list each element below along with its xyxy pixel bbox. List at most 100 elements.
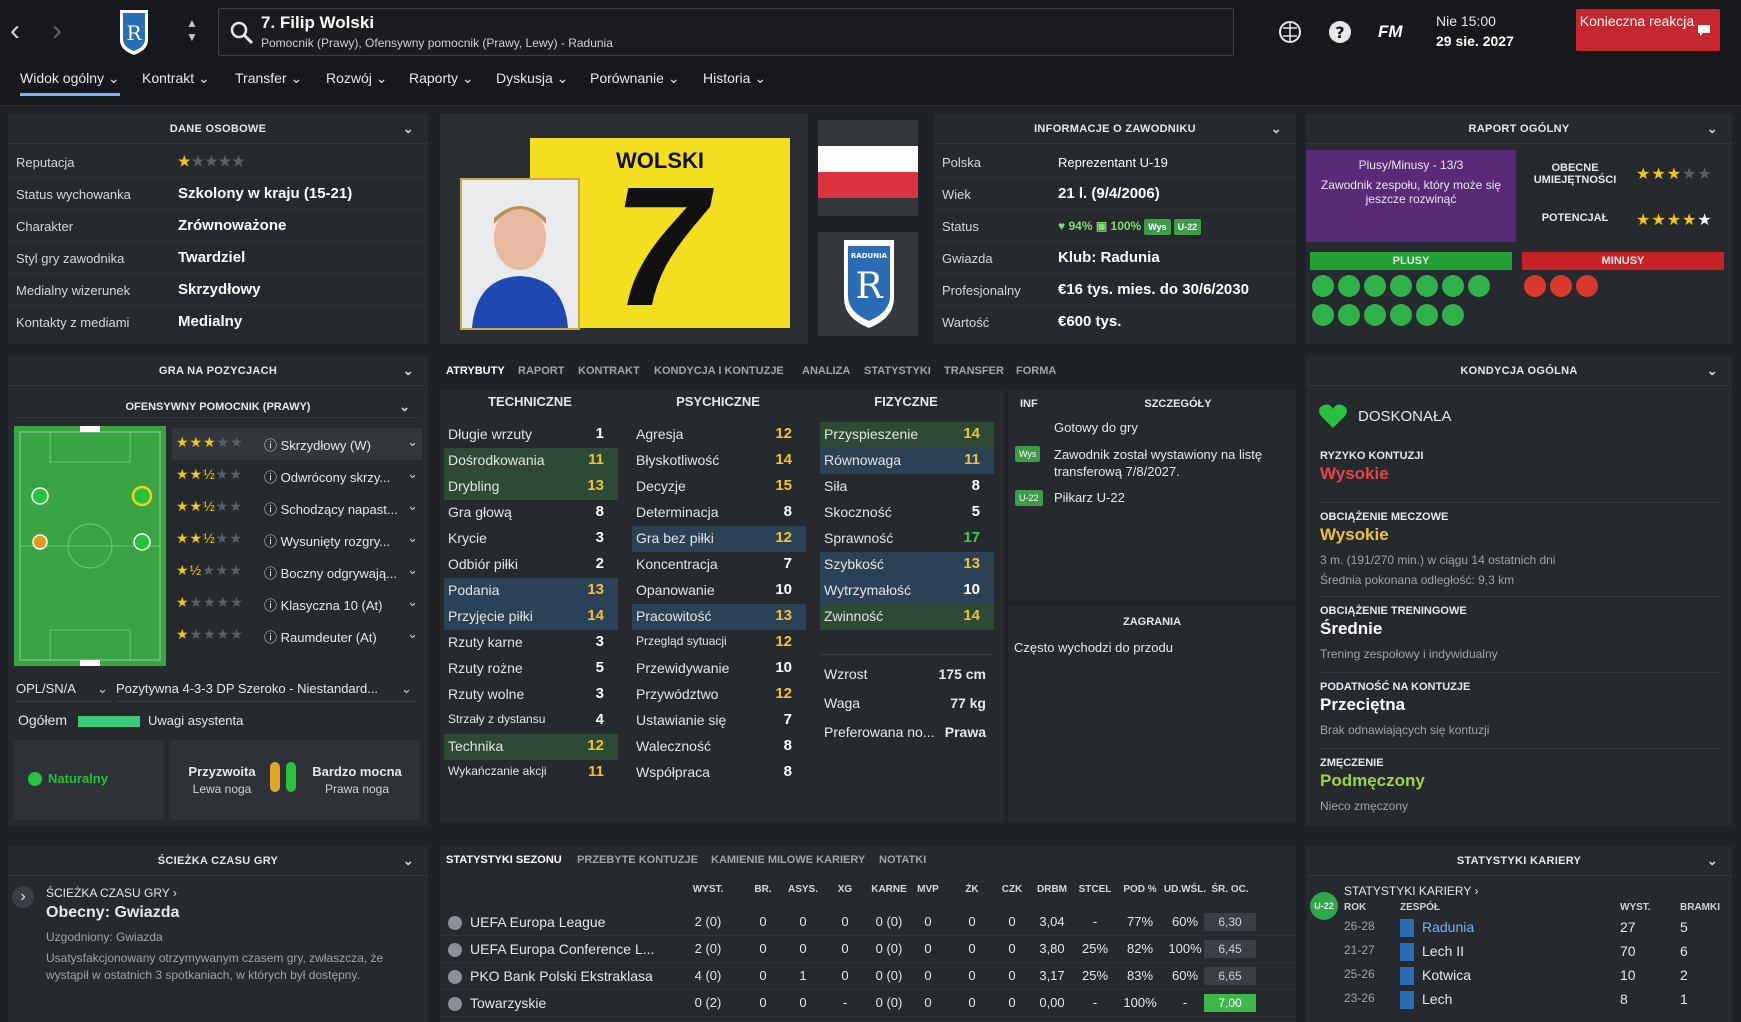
attribute-row[interactable]: Przywództwo 12 <box>632 682 806 708</box>
chevron-down-icon[interactable]: ⌄ <box>1707 846 1718 876</box>
career-header[interactable]: STATYSTYKI KARIERY ⌄ <box>1306 846 1732 876</box>
career-link[interactable]: STATYSTYKI KARIERY › <box>1344 884 1478 898</box>
forward-arrow-icon[interactable]: › <box>52 16 62 46</box>
attribute-row[interactable]: Waleczność 8 <box>632 734 806 760</box>
tab-contract[interactable]: Kontrakt ⌄ <box>142 70 210 87</box>
trait-icon[interactable] <box>1338 304 1360 326</box>
attribute-row[interactable]: Gra głową 8 <box>444 500 618 526</box>
tab-injuries[interactable]: PRZEBYTE KONTUZJE <box>577 854 698 866</box>
table-row[interactable]: Towarzyskie 0 (2) 0 0-0 (0) 0 0 0 0,00-100% -7,0… <box>440 991 1296 1017</box>
action-required-button[interactable]: Konieczna reakcja <box>1576 9 1720 51</box>
expand-arrow-icon[interactable]: › <box>12 886 34 908</box>
trait-icon[interactable] <box>1338 275 1360 297</box>
table-row[interactable]: UEFA Europa Conference L... 2 (0) 0 0 0 0 (0)… <box>440 937 1296 963</box>
attribute-row[interactable]: Koncentracja 7 <box>632 552 806 578</box>
trait-icon[interactable] <box>1468 275 1490 297</box>
trait-icon[interactable] <box>1524 275 1546 297</box>
trait-icon[interactable] <box>1312 304 1334 326</box>
trait-icon[interactable] <box>1312 275 1334 297</box>
tab-discussion[interactable]: Dyskusja ⌄ <box>496 70 568 87</box>
report-header[interactable]: RAPORT OGÓLNY ⌄ <box>1306 114 1732 144</box>
attribute-row[interactable]: Przyjęcie piłki 14 <box>444 604 618 630</box>
attribute-row[interactable]: Długie wrzuty 1 <box>444 422 618 448</box>
attribute-row[interactable]: Strzały z dystansu 4 <box>444 708 618 734</box>
trait-icon[interactable] <box>1550 275 1572 297</box>
attribute-row[interactable]: Wykańczanie akcji 11 <box>444 760 618 786</box>
attribute-row[interactable]: Opanowanie 10 <box>632 578 806 604</box>
subtab-analysis[interactable]: ANALIZA <box>802 365 850 377</box>
tactic-dropdown[interactable]: Pozytywna 4-3-3 DP Szeroko - Niestandard… <box>116 676 416 702</box>
playtime-link[interactable]: ŚCIEŻKA CZASU GRY › <box>46 886 177 900</box>
plusminus-box[interactable]: Plusy/Minusy - 13/3 Zawodnik zespołu, kt… <box>1306 150 1516 242</box>
assistant-notes-link[interactable]: Uwagi asystenta <box>148 713 243 728</box>
pitch-diagram[interactable] <box>14 426 166 666</box>
trait-icon[interactable] <box>1416 275 1438 297</box>
tab-season-stats[interactable]: STATYSTYKI SEZONU <box>446 854 562 866</box>
player-search-box[interactable]: 7. Filip Wolski Pomocnik (Prawy), Ofensy… <box>218 8 1234 56</box>
attribute-row[interactable]: Krycie 3 <box>444 526 618 552</box>
trait-icon[interactable] <box>1442 304 1464 326</box>
trait-icon[interactable] <box>1390 275 1412 297</box>
chevron-down-icon[interactable]: ⌄ <box>1707 356 1718 386</box>
attribute-row[interactable]: Agresja 12 <box>632 422 806 448</box>
attribute-row[interactable]: Przegląd sytuacji 12 <box>632 630 806 656</box>
fm-logo[interactable]: FM <box>1378 22 1403 42</box>
role-row[interactable]: ★★½★★ ⓘ Schodzący napast... ⌄ <box>172 492 422 524</box>
attribute-row[interactable]: Siła 8 <box>820 474 994 500</box>
tab-development[interactable]: Rozwój ⌄ <box>326 70 388 87</box>
role-row[interactable]: ★★½★★ ⓘ Wysunięty rozgry... ⌄ <box>172 524 422 556</box>
attribute-row[interactable]: Gra bez piłki 12 <box>632 526 806 552</box>
subtab-attributes[interactable]: ATRYBUTY <box>446 365 505 377</box>
help-icon[interactable]: ? <box>1326 18 1354 46</box>
globe-icon[interactable] <box>1276 18 1304 46</box>
chevron-down-icon[interactable]: ⌄ <box>403 356 414 386</box>
trait-icon[interactable] <box>1576 275 1598 297</box>
role-row[interactable]: ★★★★★ ⓘ Klasyczna 10 (At) ⌄ <box>172 588 422 620</box>
player-info-header[interactable]: INFORMACJE O ZAWODNIKU ⌄ <box>934 114 1296 144</box>
trait-icon[interactable] <box>1364 275 1386 297</box>
role-row[interactable]: ★½★★★ ⓘ Boczny odgrywają... ⌄ <box>172 556 422 588</box>
attribute-row[interactable]: Rzuty rożne 5 <box>444 656 618 682</box>
attribute-row[interactable]: Współpraca 8 <box>632 760 806 786</box>
tab-comparison[interactable]: Porównanie ⌄ <box>590 70 680 87</box>
attribute-row[interactable]: Błyskotliwość 14 <box>632 448 806 474</box>
attribute-row[interactable]: Determinacja 8 <box>632 500 806 526</box>
attribute-row[interactable]: Ustawianie się 7 <box>632 708 806 734</box>
subtab-stats[interactable]: STATYSTYKI <box>864 365 931 377</box>
attribute-row[interactable]: Przewidywanie 10 <box>632 656 806 682</box>
tab-milestones[interactable]: KAMIENIE MILOWE KARIERY <box>711 854 865 866</box>
trait-icon[interactable] <box>1416 304 1438 326</box>
table-row[interactable]: UEFA Europa League 2 (0) 0 0 0 0 (0) 0 0 0 3,04-7… <box>440 910 1296 936</box>
subtab-report[interactable]: RAPORT <box>518 365 564 377</box>
chevron-down-icon[interactable]: ⌄ <box>399 396 410 418</box>
subtab-transfer[interactable]: TRANSFER <box>944 365 1004 377</box>
attribute-row[interactable]: Wytrzymałość 10 <box>820 578 994 604</box>
attribute-row[interactable]: Odbiór piłki 2 <box>444 552 618 578</box>
role-row[interactable]: ★★★★★ ⓘ Skrzydłowy (W) ⌄ <box>172 428 422 460</box>
attribute-row[interactable]: Decyzje 15 <box>632 474 806 500</box>
back-arrow-icon[interactable]: ‹ <box>10 16 20 46</box>
club-crest-icon[interactable]: R <box>118 8 150 56</box>
player-switch-icon[interactable]: ▲ ▼ <box>186 16 198 44</box>
subtab-contract[interactable]: KONTRAKT <box>578 365 640 377</box>
attribute-row[interactable]: Dośrodkowania 11 <box>444 448 618 474</box>
attribute-row[interactable]: Technika 12 <box>444 734 618 760</box>
role-row[interactable]: ★★★★★ ⓘ Raumdeuter (At) ⌄ <box>172 620 422 652</box>
attribute-row[interactable]: Drybling 13 <box>444 474 618 500</box>
attribute-row[interactable]: Skoczność 5 <box>820 500 994 526</box>
attribute-row[interactable]: Pracowitość 13 <box>632 604 806 630</box>
fitness-header[interactable]: KONDYCJA OGÓLNA ⌄ <box>1306 356 1732 386</box>
career-row[interactable]: 23-26 Lech 8 1 <box>1306 988 1732 1012</box>
attribute-row[interactable]: Zwinność 14 <box>820 604 994 630</box>
trait-icon[interactable] <box>1390 304 1412 326</box>
attribute-row[interactable]: Sprawność 17 <box>820 526 994 552</box>
subtab-form[interactable]: FORMA <box>1016 365 1056 377</box>
attribute-row[interactable]: Rzuty wolne 3 <box>444 682 618 708</box>
trait-icon[interactable] <box>1364 304 1386 326</box>
tab-reports[interactable]: Raporty ⌄ <box>409 70 474 87</box>
chevron-down-icon[interactable]: ⌄ <box>1707 114 1718 144</box>
role-row[interactable]: ★★½★★ ⓘ Odwrócony skrzy... ⌄ <box>172 460 422 492</box>
tab-history[interactable]: Historia ⌄ <box>703 70 766 87</box>
subtab-fitness[interactable]: KONDYCJA I KONTUZJE <box>654 365 784 377</box>
tab-notes[interactable]: NOTATKI <box>879 854 926 866</box>
